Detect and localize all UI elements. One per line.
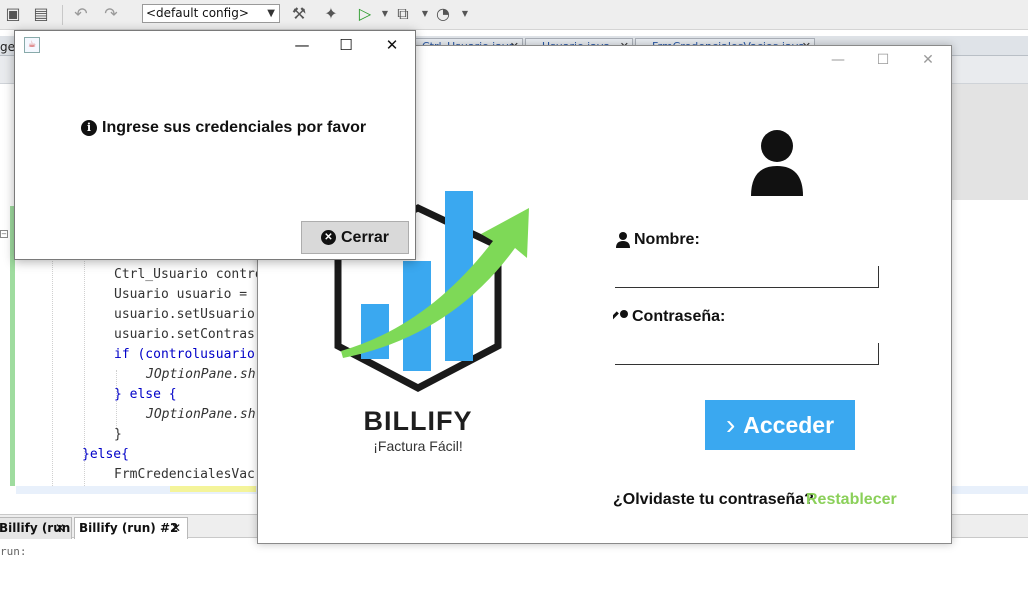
nombre-label: Nombre: — [615, 231, 700, 249]
restablecer-link[interactable]: Restablecer — [806, 491, 897, 509]
acceder-button[interactable]: › Acceder — [705, 400, 855, 450]
config-select-value: <default config> — [146, 6, 249, 20]
profile-menu-chevron-icon[interactable]: ▼ — [454, 4, 476, 24]
cerrar-button[interactable]: ✕ Cerrar — [301, 221, 409, 254]
nombre-label-text: Nombre: — [634, 231, 700, 248]
save-all-icon[interactable]: ▣ — [2, 4, 24, 24]
password-label: Contraseña: — [613, 308, 725, 326]
maximize-icon[interactable]: ☐ — [329, 35, 363, 55]
dialog-message: Ingrese sus credenciales por favor — [102, 119, 367, 136]
partial-tab-label: ge — [0, 40, 15, 54]
toolbar-separator — [62, 5, 63, 25]
clean-build-icon[interactable]: ✦ — [320, 4, 342, 24]
minimize-icon[interactable]: — — [823, 52, 853, 68]
tab-billify-run[interactable]: Billify (run) ✕ — [0, 517, 72, 539]
close-icon[interactable]: ✕ — [375, 35, 409, 55]
change-marker — [10, 446, 15, 486]
cerrar-button-label: Cerrar — [340, 228, 390, 246]
code-line: FrmCredencialesVac — [114, 467, 255, 482]
user-icon — [616, 231, 630, 248]
message-row: i Ingrese sus credenciales por favor — [81, 119, 366, 137]
ide-toolbar: ▣ ▤ ↶ ↷ <default config> ▼ ⚒ ✦ ▷ ▼ ⧉ ▼ ◔… — [0, 0, 1028, 30]
editor-empty-region — [950, 84, 1028, 206]
close-icon[interactable]: ✕ — [171, 518, 181, 538]
chevron-down-icon: ▼ — [267, 8, 275, 19]
acceder-button-label: Acceder — [743, 411, 835, 438]
brand-tagline: ¡Factura Fácil! — [373, 438, 463, 454]
code-line: usuario.setUsuario — [114, 307, 255, 322]
config-select[interactable]: <default config> ▼ — [142, 4, 280, 23]
chevron-right-icon: › — [725, 409, 736, 440]
java-app-icon: ☕ — [24, 37, 40, 53]
user-avatar-icon — [751, 130, 803, 196]
info-icon: i — [81, 120, 97, 136]
output-console-text: run: — [0, 545, 27, 558]
code-line: Usuario usuario = — [114, 287, 255, 302]
password-label-text: Contraseña: — [632, 308, 726, 325]
forgot-password-text: ¿Olvidaste tu contraseña? — [613, 491, 814, 508]
code-line: if (controlusuario — [114, 347, 255, 362]
code-line: JOptionPane.sh — [146, 407, 256, 422]
maximize-icon[interactable]: ☐ — [868, 52, 898, 68]
save-icon[interactable]: ▤ — [30, 4, 52, 24]
debug-icon[interactable]: ⧉ — [392, 4, 414, 24]
code-line: } — [114, 427, 122, 442]
minimize-icon[interactable]: — — [285, 35, 319, 55]
message-dialog: ☕ — ☐ ✕ i Ingrese sus credenciales por f… — [14, 30, 416, 260]
occurrence-highlight — [170, 486, 256, 492]
fold-toggle-icon[interactable]: − — [0, 230, 8, 238]
close-icon[interactable]: ✕ — [55, 518, 65, 538]
tab-label: Billify (run) #2 — [79, 521, 179, 535]
close-icon[interactable]: ✕ — [913, 52, 943, 68]
profile-icon[interactable]: ◔ — [432, 4, 454, 24]
brand-name: BILLIFY — [363, 406, 473, 436]
code-line: JOptionPane.sh — [146, 367, 256, 382]
undo-icon[interactable]: ↶ — [70, 4, 92, 24]
code-line: }else{ — [82, 447, 129, 462]
build-hammer-icon[interactable]: ⚒ — [288, 4, 310, 24]
nombre-field[interactable] — [615, 266, 879, 288]
code-line: usuario.setContras — [114, 327, 255, 342]
redo-icon[interactable]: ↷ — [100, 4, 122, 24]
run-icon[interactable]: ▷ — [354, 4, 376, 24]
code-line: Ctrl_Usuario contro — [114, 267, 263, 282]
code-line: } else { — [114, 387, 177, 402]
key-icon — [613, 309, 628, 320]
close-circle-icon: ✕ — [320, 230, 336, 245]
tab-billify-run-2[interactable]: Billify (run) #2 ✕ — [74, 517, 188, 539]
password-field[interactable] — [615, 343, 879, 365]
